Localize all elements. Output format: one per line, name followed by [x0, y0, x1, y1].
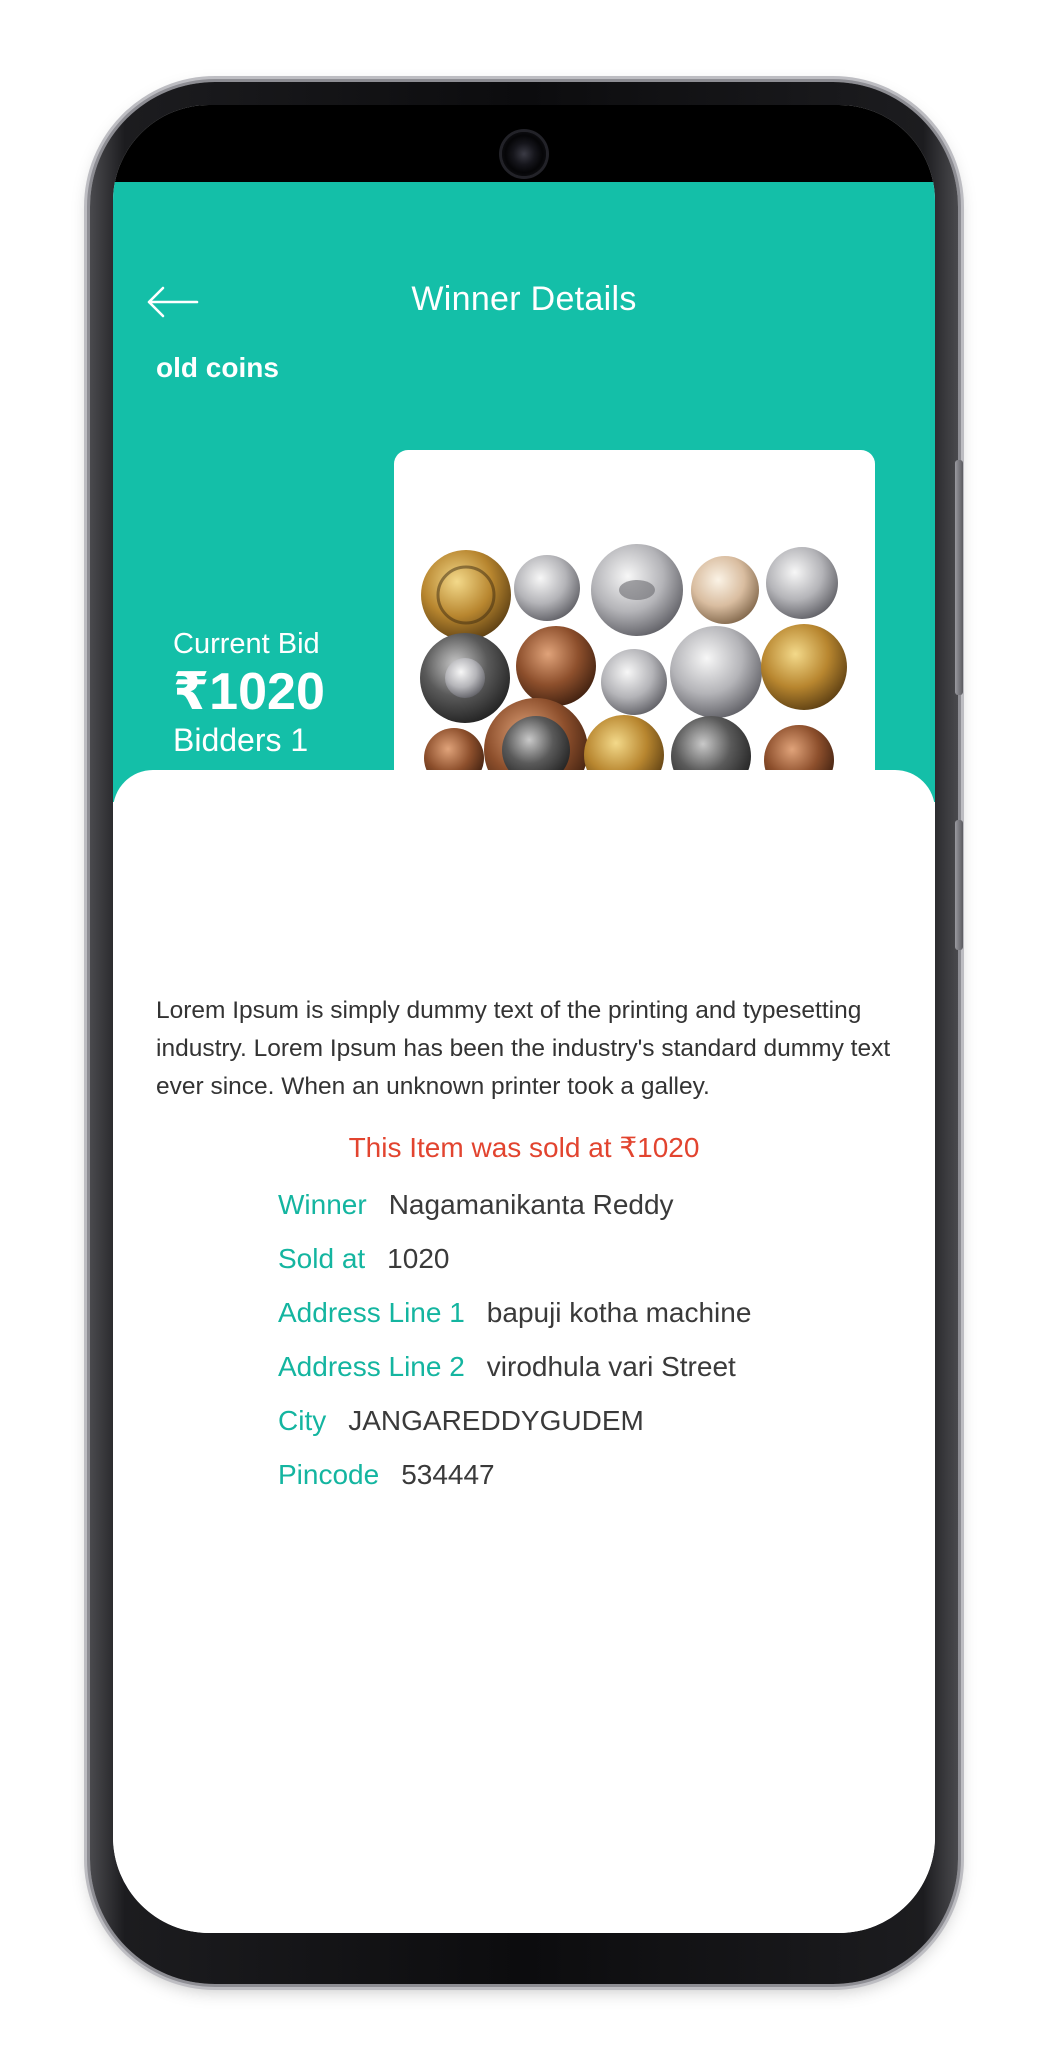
current-bid-label: Current Bid	[173, 628, 320, 660]
detail-row-address-1: Address Line 1 bapuji kotha machine	[278, 1286, 751, 1340]
details-sheet: Lorem Ipsum is simply dummy text of the …	[113, 770, 935, 1933]
detail-value: bapuji kotha machine	[486, 1297, 752, 1328]
phone-screen: Winner Details old coins Current Bid ₹10…	[113, 105, 935, 1933]
front-camera-icon	[502, 132, 546, 176]
detail-label: City	[278, 1405, 327, 1436]
detail-label: Address Line 1	[278, 1297, 465, 1328]
detail-row-winner: Winner Nagamanikanta Reddy	[278, 1178, 751, 1232]
detail-value: 534447	[401, 1459, 495, 1490]
power-button	[955, 820, 963, 950]
volume-button	[955, 460, 963, 695]
bid-info: Current Bid ₹1020 Bidders 1	[173, 627, 325, 759]
detail-value: Nagamanikanta Reddy	[388, 1189, 674, 1220]
detail-row-city: City JANGAREDDYGUDEM	[278, 1394, 751, 1448]
current-bid-value: ₹1020	[173, 663, 325, 721]
detail-row-sold-at: Sold at 1020	[278, 1232, 751, 1286]
detail-label: Address Line 2	[278, 1351, 465, 1382]
detail-label: Pincode	[278, 1459, 380, 1490]
status-bar	[113, 105, 935, 182]
detail-row-pincode: Pincode 534447	[278, 1448, 751, 1502]
winner-details-list: Winner Nagamanikanta Reddy Sold at 1020 …	[278, 1178, 751, 1502]
sold-message: This Item was sold at ₹1020	[348, 1132, 700, 1163]
page-title: Winner Details	[411, 280, 637, 318]
detail-label: Winner	[278, 1189, 367, 1220]
detail-label: Sold at	[278, 1243, 366, 1274]
detail-value: JANGAREDDYGUDEM	[348, 1405, 644, 1436]
item-description: Lorem Ipsum is simply dummy text of the …	[156, 997, 891, 1100]
item-name: old coins	[156, 352, 279, 383]
page: Winner Details old coins Current Bid ₹10…	[0, 0, 1047, 2048]
detail-value: virodhula vari Street	[486, 1351, 736, 1382]
bidders-count: Bidders 1	[173, 722, 309, 758]
detail-value: 1020	[387, 1243, 450, 1274]
header: Winner Details old coins Current Bid ₹10…	[113, 182, 935, 900]
detail-row-address-2: Address Line 2 virodhula vari Street	[278, 1340, 751, 1394]
